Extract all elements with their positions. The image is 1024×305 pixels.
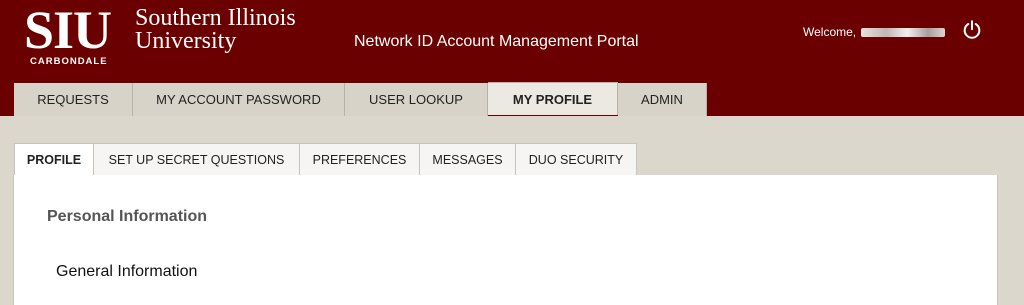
subtab-preferences[interactable]: PREFERENCES (300, 143, 420, 176)
subtab-set-up-secret-questions[interactable]: SET UP SECRET QUESTIONS (94, 143, 300, 176)
tab-user-lookup[interactable]: USER LOOKUP (345, 83, 488, 116)
redacted-username (861, 28, 946, 38)
tab-my-account-password[interactable]: MY ACCOUNT PASSWORD (133, 83, 345, 116)
logo-university-line1: Southern Illinois (135, 5, 296, 31)
power-icon[interactable] (961, 19, 983, 41)
section-title-personal-information: Personal Information (47, 208, 208, 225)
profile-subnavigation: PROFILE SET UP SECRET QUESTIONS PREFEREN… (14, 143, 637, 176)
subtab-profile[interactable]: PROFILE (14, 143, 94, 176)
header-bar: SIU CARBONDALE Southern Illinois Univers… (0, 0, 1024, 116)
welcome-message: Welcome, (803, 25, 946, 39)
tab-requests[interactable]: REQUESTS (14, 83, 133, 116)
logo-university-line2: University (135, 28, 237, 54)
content-panel (13, 175, 998, 305)
tab-my-profile[interactable]: MY PROFILE (488, 82, 618, 115)
subtab-duo-security[interactable]: DUO SECURITY (516, 143, 637, 176)
logo-siu[interactable]: SIU (24, 2, 112, 58)
portal-title: Network ID Account Management Portal (354, 33, 639, 50)
tab-admin[interactable]: ADMIN (618, 83, 707, 116)
subsection-title-general-information: General Information (56, 263, 198, 280)
top-navigation: REQUESTS MY ACCOUNT PASSWORD USER LOOKUP… (14, 82, 707, 116)
subtab-messages[interactable]: MESSAGES (420, 143, 516, 176)
logo-carbondale: CARBONDALE (30, 56, 108, 67)
welcome-label: Welcome, (803, 25, 860, 39)
